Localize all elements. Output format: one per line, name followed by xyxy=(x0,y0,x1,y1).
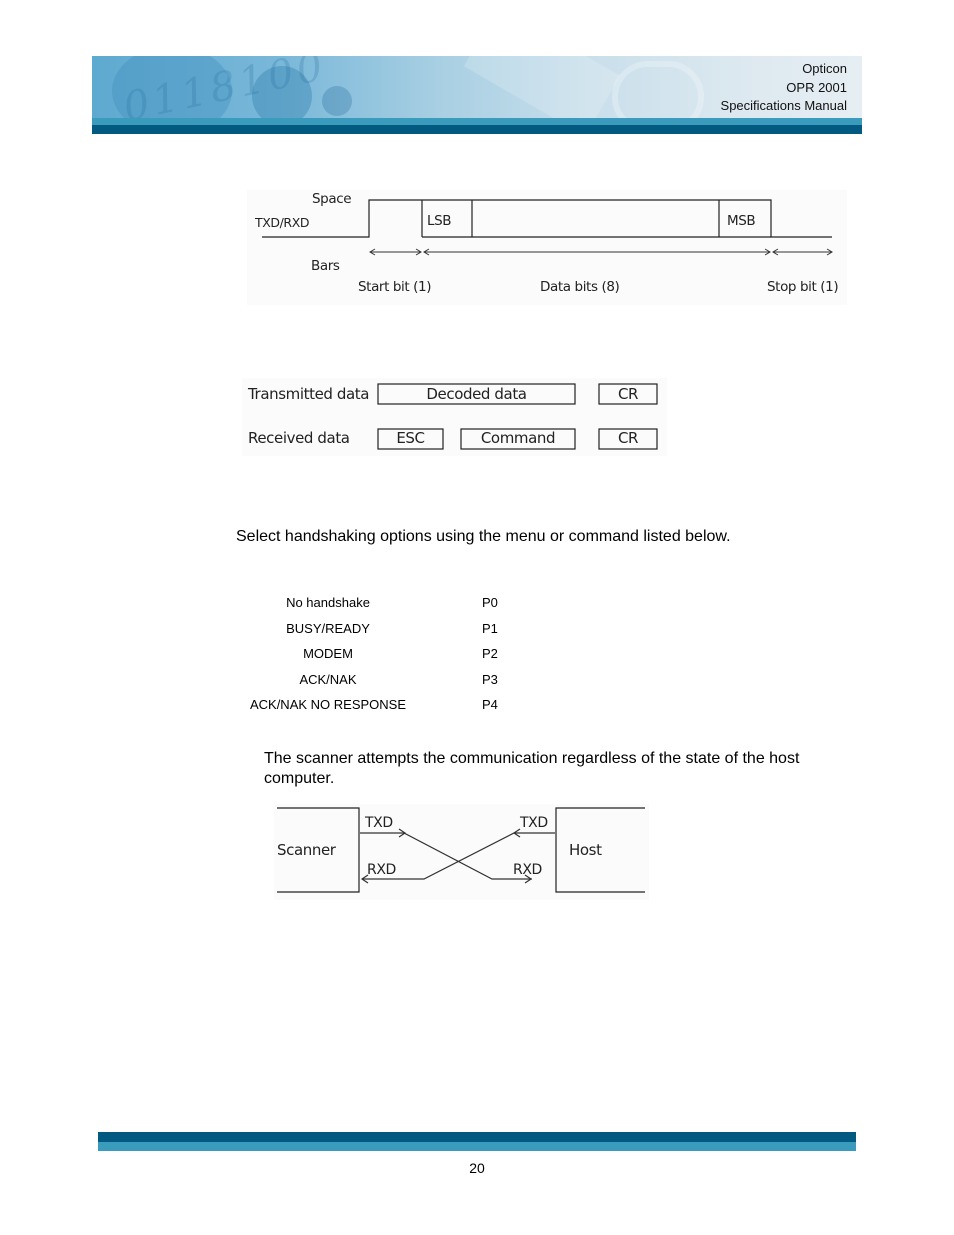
option-command: P3 xyxy=(482,671,498,687)
esc-field: ESC xyxy=(396,429,424,447)
scanner-rxd-label: RXD xyxy=(367,862,396,878)
host-rxd-label: RXD xyxy=(513,862,542,878)
option-name: No handshake xyxy=(286,595,370,611)
command-field: Command xyxy=(481,429,555,447)
start-bit-label: Start bit (1) xyxy=(358,279,431,295)
scanner-label: Scanner xyxy=(277,841,337,859)
host-label: Host xyxy=(569,841,602,859)
msb-label: MSB xyxy=(727,213,755,229)
table-row: BUSY/READY P1 xyxy=(236,616,498,642)
no-handshake-description: The scanner attempts the communication r… xyxy=(264,750,800,787)
option-name: ACK/NAK NO RESPONSE xyxy=(249,697,407,713)
banner-decoration xyxy=(322,86,352,116)
option-command: P4 xyxy=(482,697,498,713)
cr-field: CR xyxy=(618,429,638,447)
header-text: Opticon OPR 2001 Specifications Manual xyxy=(721,60,847,116)
received-data-label: Received data xyxy=(248,429,350,447)
footer-stripe-dark xyxy=(98,1132,856,1142)
option-name: MODEM xyxy=(303,646,353,662)
table-row: No handshake P0 xyxy=(236,590,498,616)
table-row: ACK/NAK P3 xyxy=(236,667,498,693)
data-format-diagram: Transmitted data Decoded data CR Receive… xyxy=(242,378,667,456)
signal-label: TXD/RXD xyxy=(254,215,309,230)
wiring-diagram: Scanner Host TXD RXD TXD RXD xyxy=(274,804,649,900)
header-stripe-dark xyxy=(92,125,862,134)
option-command: P0 xyxy=(482,595,498,611)
footer-stripe-light xyxy=(98,1142,856,1151)
host-txd-label: TXD xyxy=(519,815,548,831)
stop-bit-label: Stop bit (1) xyxy=(767,279,838,295)
handshake-options-table: No handshake P0 BUSY/READY P1 MODEM P2 A… xyxy=(236,590,498,718)
data-bits-label: Data bits (8) xyxy=(540,279,620,295)
handshake-intro: Select handshaking options using the men… xyxy=(236,528,731,545)
timing-diagram: Space TXD/RXD Bars LSB MSB Start bit (1)… xyxy=(247,190,847,305)
table-row: MODEM P2 xyxy=(236,641,498,667)
option-command: P2 xyxy=(482,646,498,662)
option-command: P1 xyxy=(482,620,498,636)
table-row: ACK/NAK NO RESPONSE P4 xyxy=(236,692,498,718)
scanner-txd-label: TXD xyxy=(364,815,393,831)
manual-title: Specifications Manual xyxy=(720,98,847,113)
space-label: Space xyxy=(312,191,351,207)
transmitted-data-label: Transmitted data xyxy=(247,385,369,403)
lsb-label: LSB xyxy=(427,213,451,229)
option-name: ACK/NAK xyxy=(299,671,357,687)
option-name: BUSY/READY xyxy=(286,620,370,636)
company-name: Opticon xyxy=(802,61,847,76)
header-stripe-light xyxy=(92,118,862,125)
bars-label: Bars xyxy=(311,258,340,274)
cr-field: CR xyxy=(618,385,638,403)
model-name: OPR 2001 xyxy=(786,79,847,95)
decoded-data-field: Decoded data xyxy=(426,385,526,403)
page-number: 20 xyxy=(469,1160,485,1176)
